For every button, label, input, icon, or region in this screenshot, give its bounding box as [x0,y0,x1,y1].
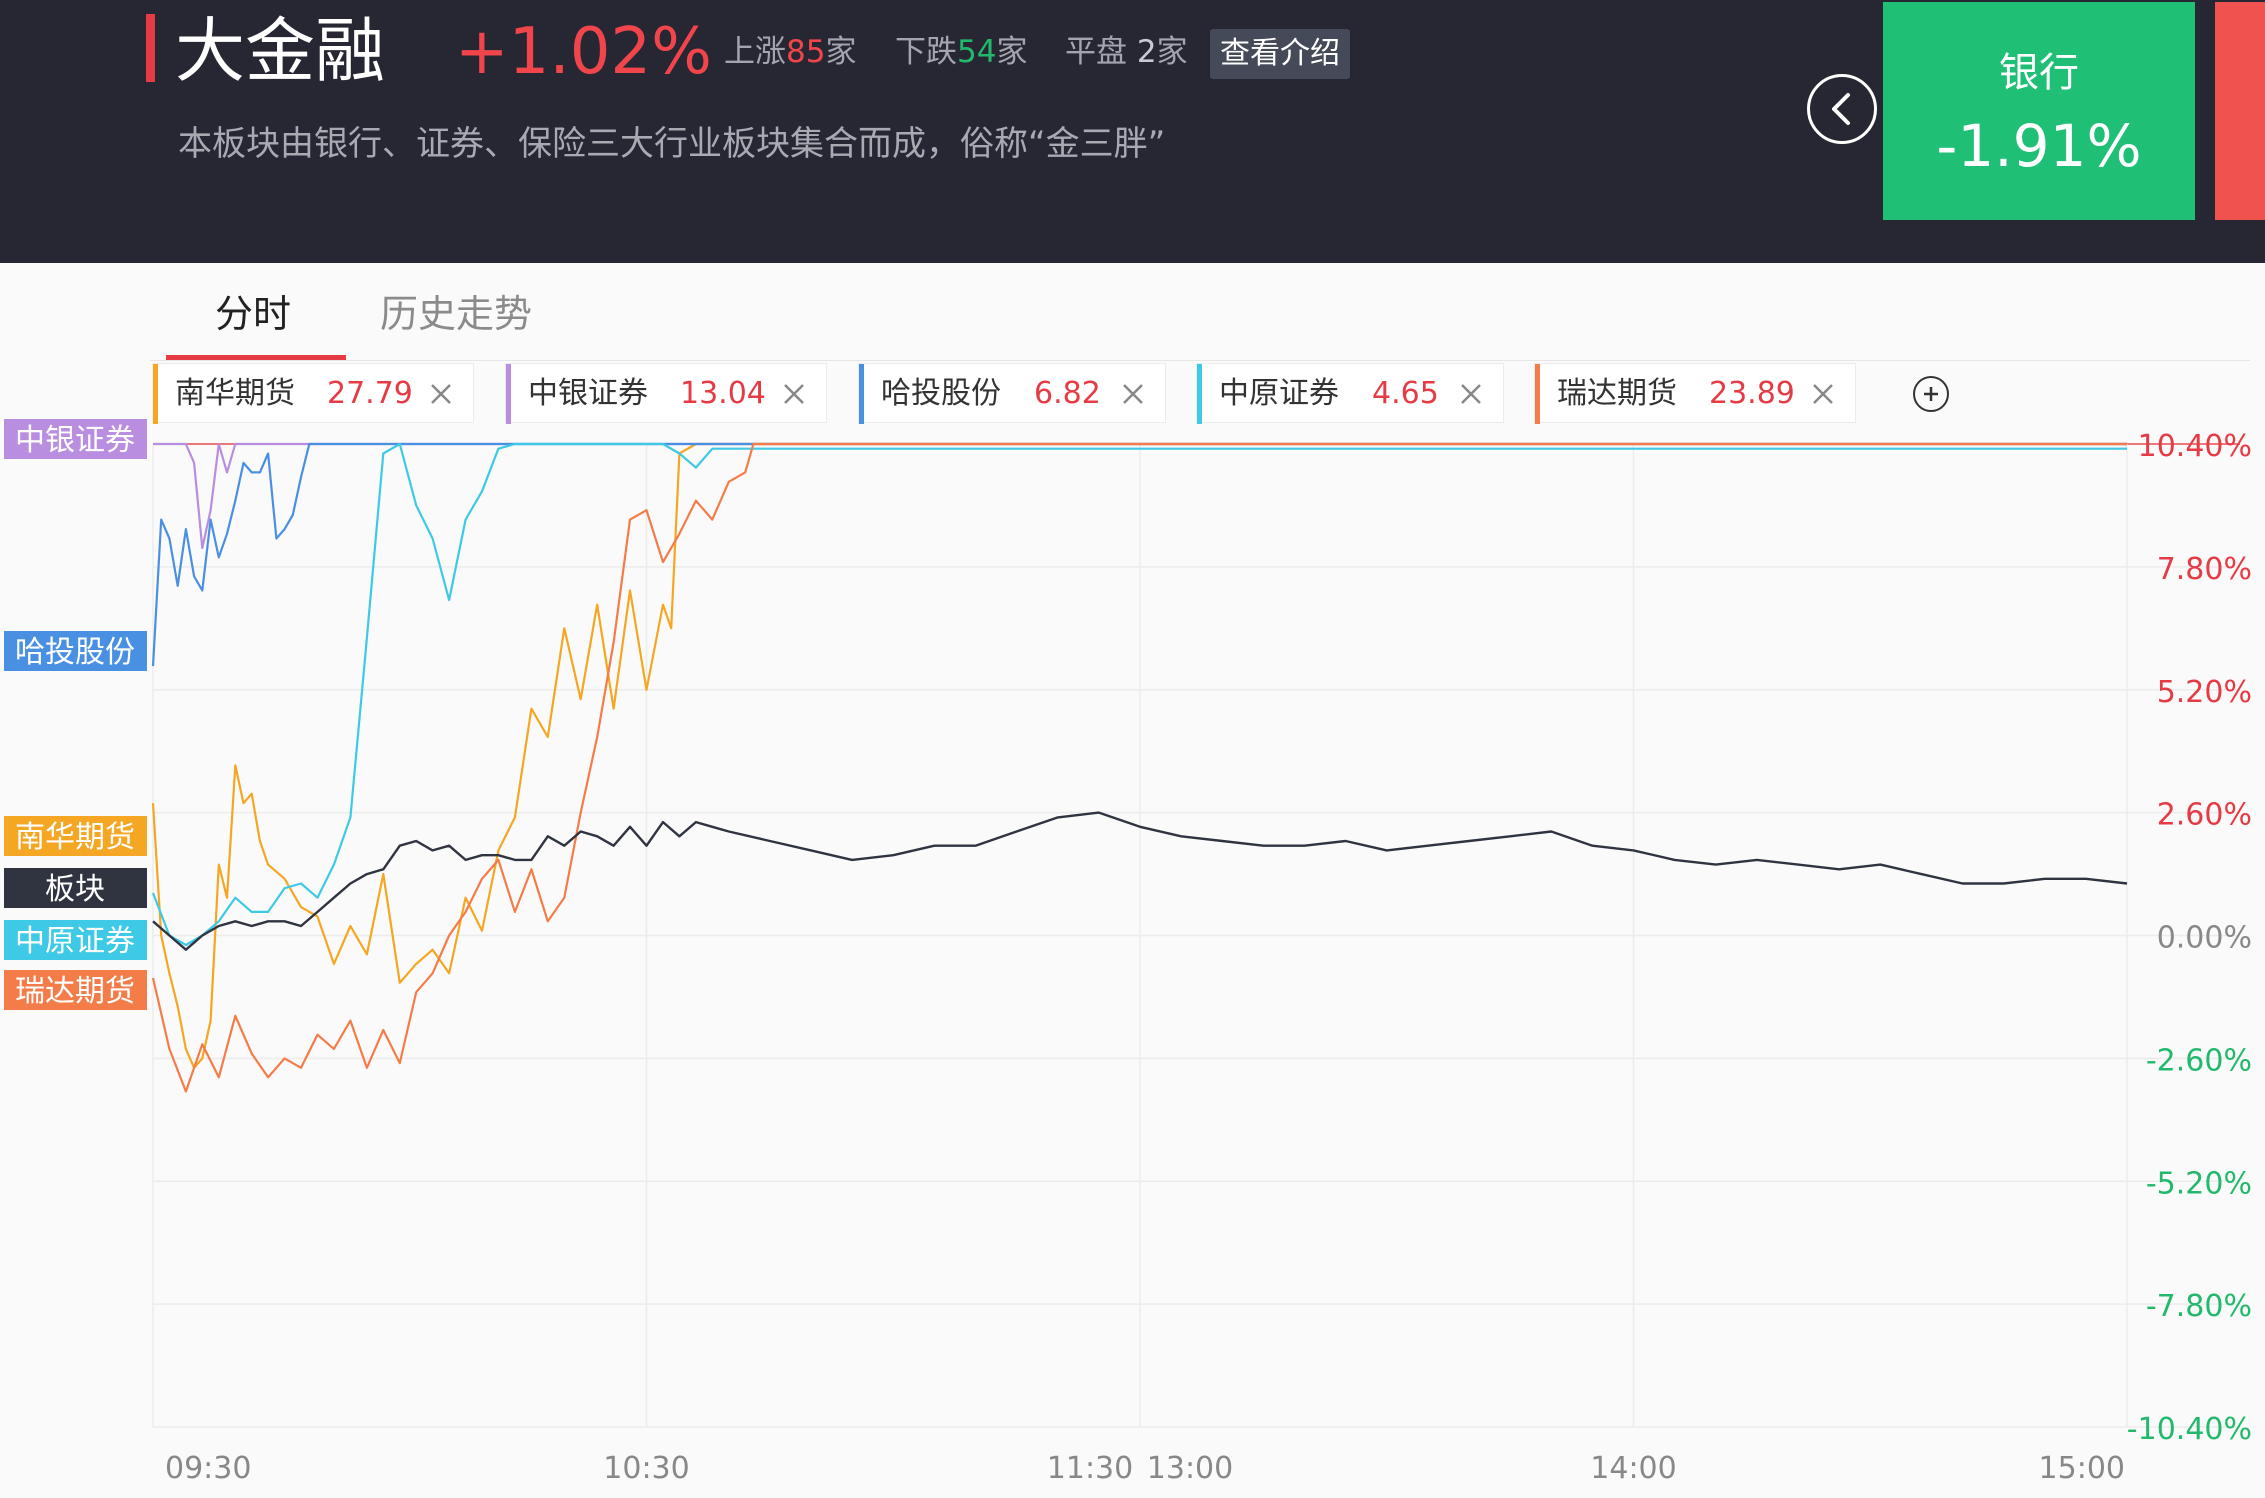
series-tag-label: 中原证券 [15,924,135,959]
x-tick-label: 09:30 [165,1451,251,1486]
x-tick-label: 15:00 [2039,1451,2125,1486]
x-tick-label: 14:00 [1590,1451,1676,1486]
y-tick-label: -7.80% [2146,1289,2252,1324]
y-tick-label: 5.20% [2157,675,2252,710]
y-tick-label: -2.60% [2146,1043,2252,1078]
series-tag-label: 瑞达期货 [15,974,135,1009]
x-tick-label: 13:00 [1147,1451,1233,1486]
intraday-chart: 10.40% 7.80% 5.20% 2.60% 0.00% -2.60% -5.20% -7… [4,419,2252,1486]
y-tick-label: -5.20% [2146,1166,2252,1201]
x-tick-label: 11:30 [1047,1451,1133,1486]
series-tag-label: 南华期货 [15,820,135,855]
y-tick-label: 0.00% [2157,921,2252,956]
y-tick-label: -10.40% [2127,1412,2252,1447]
x-tick-label: 10:30 [603,1451,689,1486]
y-tick-label: 2.60% [2157,798,2252,833]
series-tag-label: 板块 [45,872,105,907]
y-tick-label: 7.80% [2157,552,2252,587]
series-tag-label: 中银证券 [15,423,135,458]
y-tick-label: 10.40% [2138,429,2252,464]
series-tag-label: 哈投股份 [15,635,135,670]
